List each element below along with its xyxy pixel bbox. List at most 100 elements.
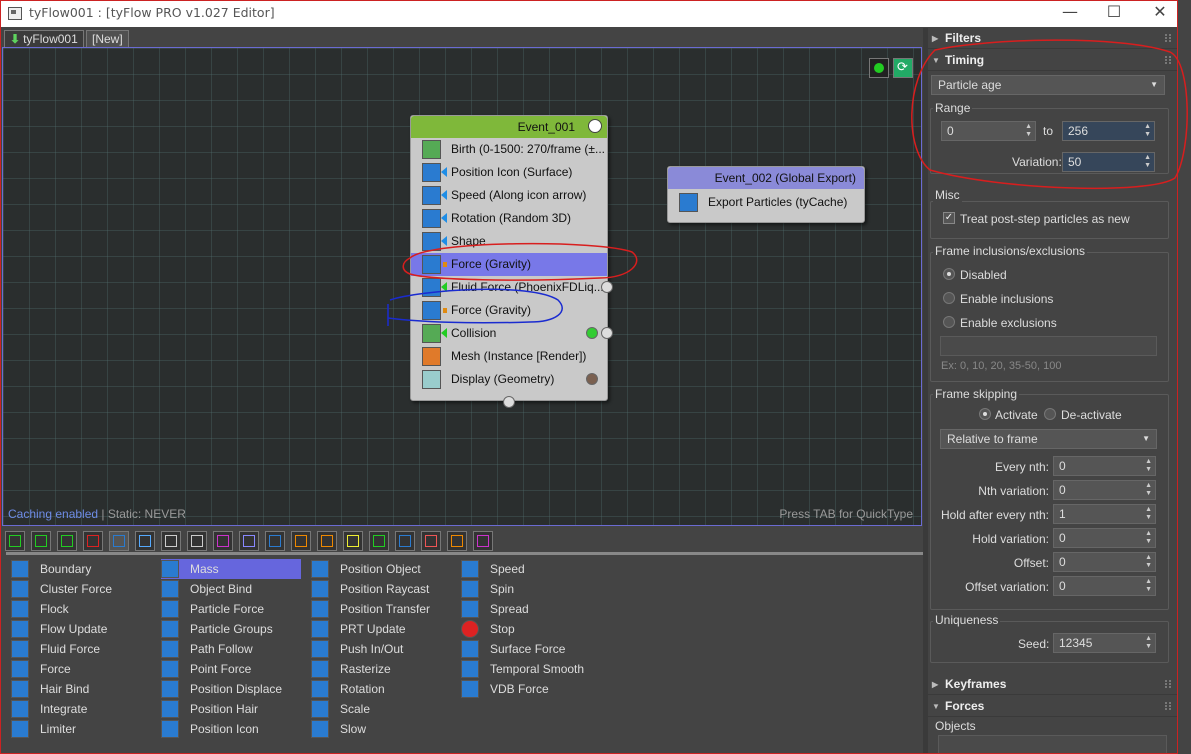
operator-list-item[interactable]: Stop bbox=[461, 619, 601, 639]
disabled-radio[interactable] bbox=[943, 268, 955, 280]
operator-list-item[interactable]: Boundary bbox=[11, 559, 151, 579]
operator-row[interactable]: Fluid Force (PhoenixFDLiq... bbox=[411, 276, 607, 299]
operator-list-item[interactable]: Object Bind bbox=[161, 579, 301, 599]
operator-list-item[interactable]: Flow Update bbox=[11, 619, 151, 639]
tab-new[interactable]: [New] bbox=[86, 30, 129, 47]
rollout-forces[interactable]: ▼ Forces bbox=[928, 696, 1177, 717]
category-button[interactable] bbox=[395, 531, 415, 551]
field-spinner[interactable]: 0 ▲ ▼ bbox=[1053, 528, 1156, 548]
category-button[interactable] bbox=[473, 531, 493, 551]
operator-list-item[interactable]: Rotation bbox=[311, 679, 451, 699]
operator-row[interactable]: Rotation (Random 3D) bbox=[411, 207, 607, 230]
category-button[interactable] bbox=[317, 531, 337, 551]
operator-list-item[interactable]: Spin bbox=[461, 579, 601, 599]
category-button[interactable] bbox=[187, 531, 207, 551]
operator-list-item[interactable]: Position Displace bbox=[161, 679, 301, 699]
field-spinner[interactable]: 0 ▲ ▼ bbox=[1053, 456, 1156, 476]
output-port[interactable] bbox=[601, 327, 613, 339]
objects-list[interactable] bbox=[938, 735, 1167, 753]
operator-row[interactable]: Speed (Along icon arrow) bbox=[411, 184, 607, 207]
operator-row[interactable]: Shape bbox=[411, 230, 607, 253]
operator-list-item[interactable]: Slow bbox=[311, 719, 451, 739]
rollout-timing[interactable]: ▼ Timing bbox=[928, 50, 1177, 71]
operator-row[interactable]: Mesh (Instance [Render]) bbox=[411, 345, 607, 368]
enable-inclusions-radio[interactable] bbox=[943, 292, 955, 304]
category-button[interactable] bbox=[135, 531, 155, 551]
flow-canvas[interactable]: ⟳ Event_001 Birth (0-1500: 270/frame (±.… bbox=[2, 47, 922, 526]
operator-list-item[interactable]: Cluster Force bbox=[11, 579, 151, 599]
operator-list-item[interactable]: VDB Force bbox=[461, 679, 601, 699]
sim-status-button[interactable] bbox=[869, 58, 889, 78]
operator-row[interactable]: Force (Gravity) bbox=[411, 253, 607, 276]
operator-list-item[interactable]: Temporal Smooth bbox=[461, 659, 601, 679]
operator-list-item[interactable]: Speed bbox=[461, 559, 601, 579]
category-button[interactable] bbox=[83, 531, 103, 551]
operator-row[interactable]: Collision bbox=[411, 322, 607, 345]
category-button[interactable] bbox=[161, 531, 181, 551]
operator-list-item[interactable]: Limiter bbox=[11, 719, 151, 739]
lightbulb-icon[interactable] bbox=[588, 119, 602, 133]
rollout-keyframes[interactable]: ▶ Keyframes bbox=[928, 674, 1177, 695]
operator-list-item[interactable]: Mass bbox=[161, 559, 301, 579]
operator-list-item[interactable]: PRT Update bbox=[311, 619, 451, 639]
operator-list-item[interactable]: Spread bbox=[461, 599, 601, 619]
operator-list-item[interactable]: Force bbox=[11, 659, 151, 679]
category-button[interactable] bbox=[31, 531, 51, 551]
operator-list-item[interactable]: Position Hair bbox=[161, 699, 301, 719]
operator-list-item[interactable]: Position Icon bbox=[161, 719, 301, 739]
range-to-spinner[interactable]: 256 ▲ ▼ bbox=[1062, 121, 1155, 141]
category-button[interactable] bbox=[109, 531, 129, 551]
minimize-button[interactable]: — bbox=[1047, 1, 1093, 27]
category-button[interactable] bbox=[5, 531, 25, 551]
operator-list-item[interactable]: Path Follow bbox=[161, 639, 301, 659]
event-header[interactable]: Event_001 bbox=[411, 116, 607, 138]
field-spinner[interactable]: 0 ▲ ▼ bbox=[1053, 576, 1156, 596]
maximize-button[interactable]: ☐ bbox=[1091, 1, 1137, 27]
operator-list-item[interactable]: Scale bbox=[311, 699, 451, 719]
event-002-node[interactable]: Event_002 (Global Export) Export Particl… bbox=[667, 166, 865, 223]
category-button[interactable] bbox=[369, 531, 389, 551]
frames-input[interactable] bbox=[940, 336, 1157, 356]
enable-exclusions-radio[interactable] bbox=[943, 316, 955, 328]
operator-list-item[interactable]: Surface Force bbox=[461, 639, 601, 659]
field-spinner[interactable]: 1 ▲ ▼ bbox=[1053, 504, 1156, 524]
operator-list-item[interactable]: Integrate bbox=[11, 699, 151, 719]
field-spinner[interactable]: 0 ▲ ▼ bbox=[1053, 552, 1156, 572]
category-button[interactable] bbox=[57, 531, 77, 551]
operator-row[interactable]: Birth (0-1500: 270/frame (±... bbox=[411, 138, 607, 161]
operator-row[interactable]: Position Icon (Surface) bbox=[411, 161, 607, 184]
operator-row[interactable]: Force (Gravity) bbox=[411, 299, 607, 322]
splitter[interactable] bbox=[6, 552, 923, 555]
operator-list-item[interactable]: Fluid Force bbox=[11, 639, 151, 659]
operator-list-item[interactable]: Position Object bbox=[311, 559, 451, 579]
operator-list-item[interactable]: Hair Bind bbox=[11, 679, 151, 699]
category-button[interactable] bbox=[239, 531, 259, 551]
event-001-node[interactable]: Event_001 Birth (0-1500: 270/frame (±...… bbox=[410, 115, 613, 408]
display-status-icon[interactable] bbox=[586, 373, 598, 385]
category-button[interactable] bbox=[213, 531, 233, 551]
operator-row[interactable]: Display (Geometry) bbox=[411, 368, 607, 391]
operator-row[interactable]: Export Particles (tyCache) bbox=[668, 191, 864, 214]
output-port[interactable] bbox=[601, 281, 613, 293]
activate-radio[interactable] bbox=[979, 408, 991, 420]
seed-spinner[interactable]: 12345 ▲ ▼ bbox=[1053, 633, 1156, 653]
treat-post-step-checkbox[interactable]: ✓ bbox=[943, 212, 955, 224]
operator-list-item[interactable]: Position Transfer bbox=[311, 599, 451, 619]
close-button[interactable]: ✕ bbox=[1137, 1, 1177, 27]
operator-list-item[interactable]: Position Raycast bbox=[311, 579, 451, 599]
deactivate-radio[interactable] bbox=[1044, 408, 1056, 420]
timing-mode-dropdown[interactable]: Particle age ▼ bbox=[931, 75, 1165, 95]
operator-list-item[interactable]: Rasterize bbox=[311, 659, 451, 679]
event-header[interactable]: Event_002 (Global Export) bbox=[668, 167, 864, 189]
refresh-button[interactable]: ⟳ bbox=[893, 58, 913, 78]
category-button[interactable] bbox=[421, 531, 441, 551]
operator-list-item[interactable]: Particle Force bbox=[161, 599, 301, 619]
range-from-spinner[interactable]: 0 ▲ ▼ bbox=[941, 121, 1036, 141]
category-button[interactable] bbox=[343, 531, 363, 551]
variation-spinner[interactable]: 50 ▲ ▼ bbox=[1062, 152, 1155, 172]
category-button[interactable] bbox=[265, 531, 285, 551]
rollout-filters[interactable]: ▶ Filters bbox=[928, 28, 1177, 49]
category-button[interactable] bbox=[291, 531, 311, 551]
output-port[interactable] bbox=[503, 396, 515, 408]
operator-list-item[interactable]: Push In/Out bbox=[311, 639, 451, 659]
